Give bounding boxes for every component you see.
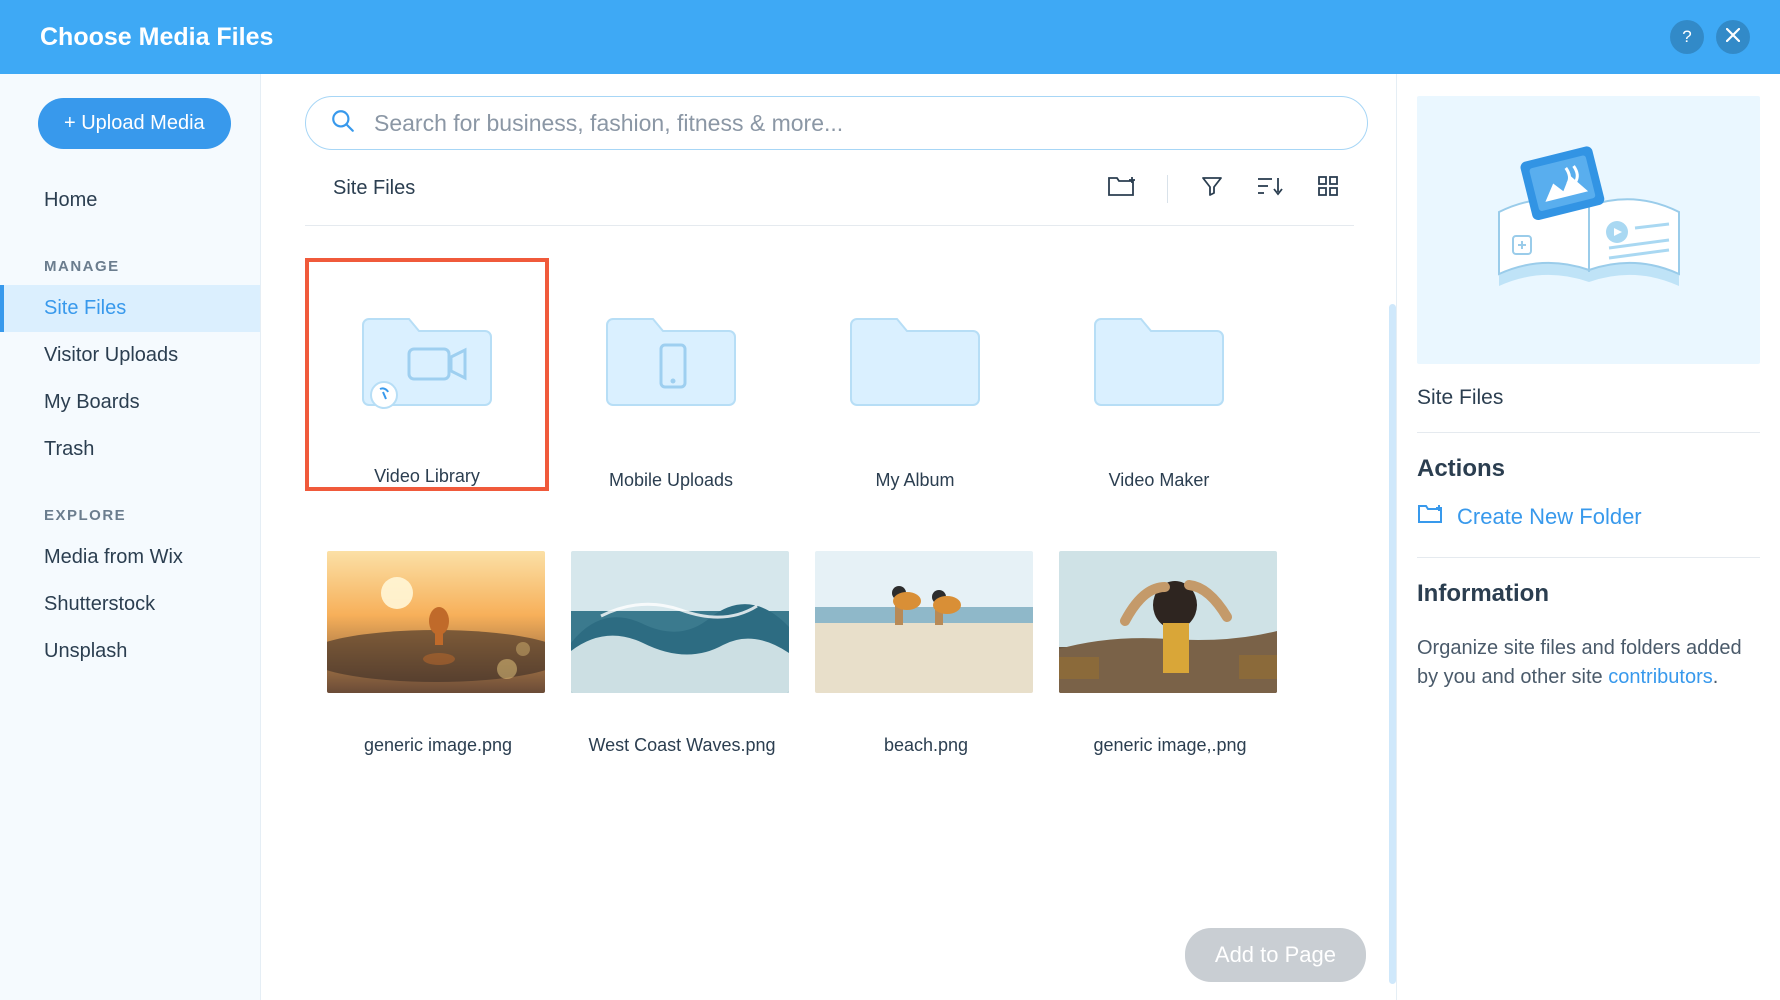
sidebar-item-unsplash[interactable]: Unsplash (0, 628, 260, 675)
sidebar-item-trash[interactable]: Trash (0, 426, 260, 473)
folder-item-mobile-uploads[interactable]: Mobile Uploads (549, 258, 793, 491)
file-label: West Coast Waves.png (588, 735, 775, 756)
file-thumbnail (571, 551, 789, 693)
folder-icon (793, 258, 1037, 452)
create-new-folder-button[interactable]: Create New Folder (1417, 503, 1760, 531)
panel-divider (1417, 557, 1760, 558)
folder-label: Video Library (374, 466, 480, 487)
right-panel-title: Site Files (1417, 386, 1760, 410)
file-thumbnail (1059, 551, 1277, 693)
file-label: beach.png (884, 735, 968, 756)
new-folder-icon (1417, 503, 1443, 531)
sidebar-item-media-from-wix[interactable]: Media from Wix (0, 534, 260, 581)
header-title: Choose Media Files (40, 23, 273, 52)
sidebar-item-home[interactable]: Home (0, 177, 260, 224)
sidebar: + Upload Media Home MANAGE Site Files Vi… (0, 74, 261, 1000)
contributors-link[interactable]: contributors (1608, 666, 1713, 688)
sidebar-section-title-explore: EXPLORE (0, 497, 260, 534)
folder-item-my-album[interactable]: My Album (793, 258, 1037, 491)
sort-icon (1256, 174, 1284, 203)
sidebar-section-explore: EXPLORE Media from Wix Shutterstock Unsp… (0, 497, 260, 675)
folder-label: Mobile Uploads (609, 470, 733, 491)
sidebar-item-shutterstock[interactable]: Shutterstock (0, 581, 260, 628)
header-buttons: ? (1670, 20, 1750, 54)
folder-icon (549, 258, 793, 452)
info-text-part: . (1713, 666, 1719, 688)
close-icon (1726, 27, 1740, 47)
footer-actions: Add to Page (1185, 928, 1366, 982)
folder-label: Video Maker (1109, 470, 1210, 491)
folder-label: My Album (875, 470, 954, 491)
search-bar[interactable] (305, 96, 1368, 150)
help-button[interactable]: ? (1670, 20, 1704, 54)
file-item[interactable]: beach.png (793, 551, 1037, 756)
file-label: generic image.png (364, 735, 512, 756)
file-item[interactable]: West Coast Waves.png (549, 551, 793, 756)
list-header: Site Files (305, 150, 1368, 225)
folder-icon (1037, 258, 1281, 452)
search-input[interactable] (374, 110, 1343, 137)
sidebar-item-visitor-uploads[interactable]: Visitor Uploads (0, 332, 260, 379)
new-folder-button[interactable] (1107, 174, 1135, 203)
sidebar-section-manage: MANAGE Site Files Visitor Uploads My Boa… (0, 248, 260, 473)
sort-button[interactable] (1256, 174, 1284, 203)
file-label: generic image,.png (1093, 735, 1246, 756)
panel-illustration (1417, 96, 1760, 364)
new-folder-icon (1107, 174, 1135, 203)
list-title: Site Files (333, 177, 415, 200)
folder-icon (305, 262, 549, 448)
upload-media-button[interactable]: + Upload Media (38, 98, 231, 149)
file-thumbnail (815, 551, 1033, 693)
list-tools (1107, 174, 1340, 203)
view-grid-button[interactable] (1316, 174, 1340, 203)
folder-grid: Video Library Mobile Uploads (305, 226, 1368, 756)
file-item[interactable]: generic image.png (305, 551, 549, 756)
file-thumbnail (327, 551, 545, 693)
folder-item-video-library[interactable]: Video Library (305, 258, 549, 491)
information-text: Organize site files and folders added by… (1417, 634, 1760, 692)
search-icon (330, 108, 356, 139)
sidebar-item-my-boards[interactable]: My Boards (0, 379, 260, 426)
filter-icon (1200, 174, 1224, 203)
help-icon: ? (1682, 27, 1691, 47)
header-bar: Choose Media Files ? (0, 0, 1780, 74)
grid-icon (1316, 174, 1340, 203)
close-button[interactable] (1716, 20, 1750, 54)
actions-title: Actions (1417, 455, 1760, 483)
file-item[interactable]: generic image,.png (1037, 551, 1281, 756)
toolbar-divider (1167, 175, 1168, 203)
create-folder-label: Create New Folder (1457, 504, 1642, 530)
information-title: Information (1417, 580, 1760, 608)
scrollbar[interactable] (1389, 304, 1396, 984)
add-to-page-button[interactable]: Add to Page (1185, 928, 1366, 982)
folder-item-video-maker[interactable]: Video Maker (1037, 258, 1281, 491)
right-panel: Site Files Actions Create New Folder Inf… (1396, 74, 1780, 1000)
main-panel: Site Files (261, 74, 1396, 1000)
sidebar-item-site-files[interactable]: Site Files (0, 285, 260, 332)
sidebar-section-title-manage: MANAGE (0, 248, 260, 285)
filter-button[interactable] (1200, 174, 1224, 203)
panel-divider (1417, 432, 1760, 433)
